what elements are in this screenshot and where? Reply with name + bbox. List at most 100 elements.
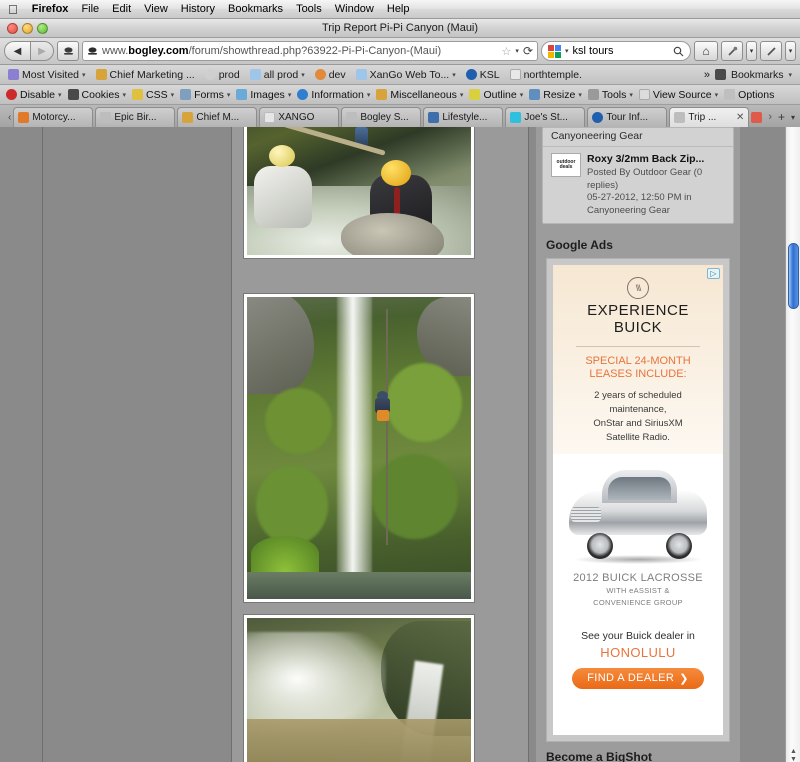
back-forward-group: ◀ ▶ bbox=[4, 41, 54, 61]
menu-item-firefox[interactable]: Firefox bbox=[32, 3, 69, 15]
reload-button[interactable]: ⟳ bbox=[523, 44, 533, 58]
bookmark-icon bbox=[314, 69, 326, 80]
eyedropper-menu-button[interactable]: ▾ bbox=[746, 41, 757, 61]
eyedropper-button[interactable] bbox=[721, 41, 743, 61]
forward-button[interactable]: ▶ bbox=[30, 41, 54, 61]
search-engine-chevron-icon[interactable]: ▾ bbox=[565, 47, 569, 55]
post-title-link[interactable]: Roxy 3/2mm Back Zip... bbox=[587, 153, 725, 165]
search-box[interactable]: ▾ ksl tours bbox=[541, 41, 691, 61]
bookmark-xango-web-tools[interactable]: XanGo Web To... ▾ bbox=[352, 68, 460, 82]
pick-button[interactable] bbox=[760, 41, 782, 61]
chevron-down-icon[interactable]: ▾ bbox=[82, 71, 86, 79]
browser-viewport: Canyoneering Gear outdoor deals Roxy 3/2… bbox=[0, 127, 800, 762]
find-a-dealer-button[interactable]: FIND A DEALER ❯ bbox=[571, 667, 705, 689]
mail-notification-icon[interactable] bbox=[751, 111, 763, 123]
sunlit-pool-photo[interactable] bbox=[244, 615, 474, 762]
tab-favicon-icon bbox=[100, 112, 112, 123]
bookmark-all-prod[interactable]: all prod ▾ bbox=[246, 68, 309, 82]
disable-icon bbox=[6, 89, 17, 100]
bookmark-northtemple[interactable]: northtemple. bbox=[506, 68, 586, 82]
tab-motorcycle[interactable]: Motorcy... bbox=[13, 107, 94, 127]
devbar-label: Cookies bbox=[81, 88, 120, 101]
bookmark-chief-marketing[interactable]: Chief Marketing ... bbox=[92, 68, 199, 82]
tab-chief-marketing[interactable]: Chief M... bbox=[177, 107, 258, 127]
url-text: www.bogley.com/forum/showthread.php?6392… bbox=[102, 45, 442, 57]
outline-icon bbox=[469, 89, 481, 100]
devbar-item-images[interactable]: Images ▾ bbox=[233, 88, 294, 102]
bookmark-icon bbox=[8, 69, 19, 80]
devbar-item-disable[interactable]: Disable ▾ bbox=[3, 88, 65, 102]
ad-dealer-line: See your Buick dealer in bbox=[581, 629, 695, 642]
tab-scroll-left-button[interactable]: ‹ bbox=[6, 112, 13, 127]
ad-body-line1: 2 years of scheduled bbox=[594, 390, 682, 402]
tab-lifestyle[interactable]: Lifestyle... bbox=[423, 107, 504, 127]
menu-item-help[interactable]: Help bbox=[387, 3, 410, 15]
adchoices-icon[interactable]: ▷ bbox=[707, 268, 720, 280]
menu-item-history[interactable]: History bbox=[181, 3, 215, 15]
search-icon[interactable] bbox=[673, 46, 684, 57]
tab-tour-info[interactable]: Tour Inf... bbox=[587, 107, 668, 127]
tab-list-button[interactable]: ▾ bbox=[791, 113, 795, 122]
apple-menu-icon[interactable]:  bbox=[8, 3, 18, 16]
menu-item-file[interactable]: File bbox=[81, 3, 99, 15]
buick-advertisement[interactable]: ▷ \\\ EXPERIENCE BUICK SPECIAL 24-MONTH … bbox=[553, 265, 723, 736]
bookmark-icon bbox=[95, 69, 107, 80]
pick-menu-button[interactable]: ▾ bbox=[785, 41, 796, 61]
tab-trip-report[interactable]: Trip ... ✕ bbox=[669, 107, 750, 127]
close-tab-icon[interactable]: ✕ bbox=[736, 112, 744, 123]
new-tab-button[interactable]: + bbox=[778, 110, 785, 124]
bookmarks-menu-label[interactable]: Bookmarks bbox=[731, 69, 784, 81]
devbar-item-view-source[interactable]: View Source ▾ bbox=[636, 88, 721, 102]
ad-container: ▷ \\\ EXPERIENCE BUICK SPECIAL 24-MONTH … bbox=[546, 258, 730, 743]
devbar-item-resize[interactable]: Resize ▾ bbox=[526, 88, 585, 102]
tab-scroll-right-button[interactable]: › bbox=[768, 111, 772, 123]
canyoneer-left-body bbox=[253, 165, 312, 228]
devbar-item-cookies[interactable]: Cookies ▾ bbox=[65, 88, 129, 102]
menu-item-edit[interactable]: Edit bbox=[112, 3, 131, 15]
bookmark-dev[interactable]: dev bbox=[311, 68, 350, 82]
bookmark-label: KSL bbox=[479, 68, 500, 81]
bookmark-star-icon[interactable]: ☆ bbox=[502, 45, 512, 58]
url-bar[interactable]: www.bogley.com/forum/showthread.php?6392… bbox=[82, 41, 538, 61]
tab-bogley[interactable]: Bogley S... bbox=[341, 107, 422, 127]
waterfall-rappel-photo[interactable] bbox=[244, 294, 474, 602]
search-input[interactable]: ksl tours bbox=[573, 45, 669, 57]
menu-item-window[interactable]: Window bbox=[335, 3, 374, 15]
tab-joes-stuff[interactable]: Joe's St... bbox=[505, 107, 586, 127]
devbar-item-information[interactable]: Information ▾ bbox=[294, 88, 373, 102]
sidebar-post-item[interactable]: outdoor deals Roxy 3/2mm Back Zip... Pos… bbox=[543, 147, 733, 223]
bookmark-prod[interactable]: prod bbox=[201, 68, 244, 82]
bookmark-most-visited[interactable]: Most Visited ▾ bbox=[4, 68, 90, 82]
page-scrollbar[interactable]: ▲ ▼ ◢ bbox=[785, 127, 800, 762]
devbar-item-miscellaneous[interactable]: Miscellaneous ▾ bbox=[373, 88, 466, 102]
back-button[interactable]: ◀ bbox=[4, 41, 30, 61]
bookmarks-overflow-icon[interactable]: » bbox=[704, 69, 710, 81]
devbar-item-outline[interactable]: Outline ▾ bbox=[466, 88, 526, 102]
scroll-up-button[interactable]: ▲ bbox=[790, 748, 797, 755]
devbar-item-css[interactable]: CSS ▾ bbox=[129, 88, 177, 102]
chevron-down-icon[interactable]: ▾ bbox=[515, 47, 519, 55]
scroll-down-button[interactable]: ▼ bbox=[790, 756, 797, 762]
images-icon bbox=[236, 89, 248, 100]
tab-epic-bird[interactable]: Epic Bir... bbox=[95, 107, 176, 127]
canyoneers-in-stream-photo[interactable] bbox=[244, 127, 474, 258]
menu-item-bookmarks[interactable]: Bookmarks bbox=[228, 3, 283, 15]
bookmark-ksl[interactable]: KSL bbox=[462, 68, 504, 82]
ad-city: HONOLULU bbox=[600, 644, 676, 660]
ad-model-sub2: CONVENIENCE GROUP bbox=[593, 598, 683, 608]
bigshot-heading: Become a BigShot bbox=[546, 750, 653, 762]
home-button[interactable]: ⌂ bbox=[694, 41, 718, 61]
devbar-label: Information bbox=[311, 88, 364, 101]
recent-gear-posts-card: Canyoneering Gear outdoor deals Roxy 3/2… bbox=[542, 127, 734, 225]
menu-item-view[interactable]: View bbox=[144, 3, 168, 15]
scrollbar-thumb[interactable] bbox=[788, 243, 799, 309]
chevron-down-icon[interactable]: ▾ bbox=[788, 71, 792, 79]
devbar-item-options[interactable]: Options bbox=[721, 88, 777, 102]
chevron-down-icon[interactable]: ▾ bbox=[452, 71, 456, 79]
devbar-item-tools[interactable]: Tools ▾ bbox=[585, 88, 636, 102]
site-identity-button[interactable] bbox=[57, 41, 79, 61]
devbar-item-forms[interactable]: Forms ▾ bbox=[177, 88, 233, 102]
chevron-down-icon[interactable]: ▾ bbox=[301, 71, 305, 79]
menu-item-tools[interactable]: Tools bbox=[296, 3, 322, 15]
tab-xango[interactable]: XANGO bbox=[259, 107, 340, 127]
